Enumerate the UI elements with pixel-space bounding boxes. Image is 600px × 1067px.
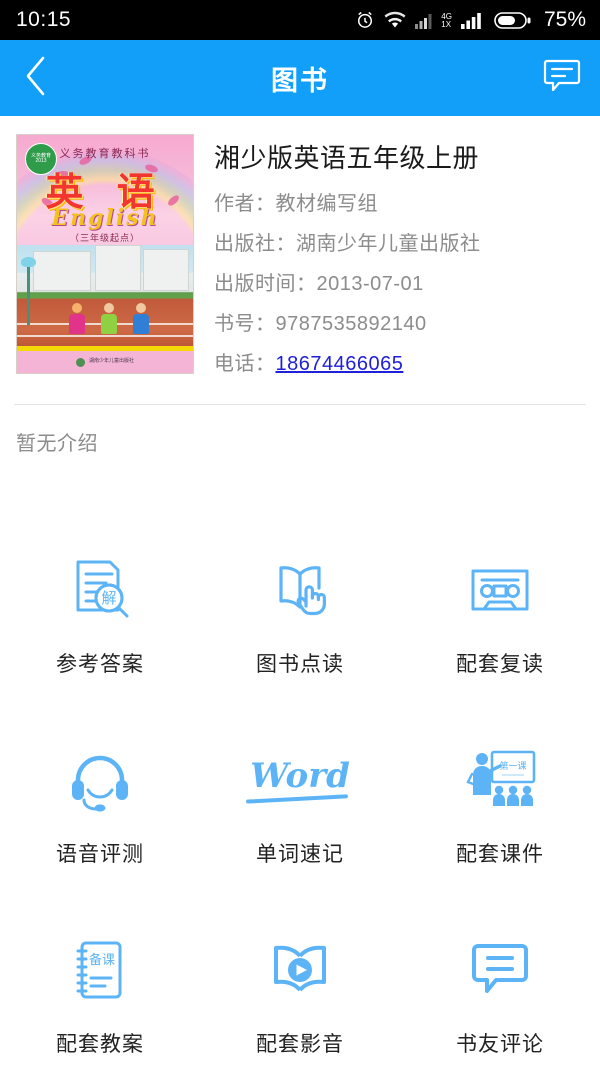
publisher-logo-icon <box>75 357 85 367</box>
page-title: 图书 <box>271 65 329 96</box>
book-author: 作者：教材编写组 <box>214 193 378 215</box>
feature-label: 配套课件 <box>456 843 544 866</box>
book-info-section: 义务教育 2013 义务教育教科书 英 语 English （三年级起点） 五年… <box>0 116 600 387</box>
comment-button[interactable] <box>524 40 600 116</box>
cover-publisher-name: 湖南少年儿童出版社 <box>88 358 134 365</box>
feature-label: 参考答案 <box>56 653 144 676</box>
cover-title-en: English <box>51 205 159 231</box>
word-mark-text: Word <box>250 759 350 801</box>
feature-grid: 解 参考答案 图书点读 配套复读 语音评测 Word 单词速记 第一课 配套课件… <box>0 524 600 1067</box>
feature-tile-repeater[interactable]: 配套复读 <box>400 524 600 714</box>
book-meta: 湘少版英语五年级上册 作者：教材编写组 出版社：湖南少年儿童出版社 出版时间：2… <box>194 134 584 387</box>
book-introduction: 暂无介绍 <box>16 433 98 455</box>
whiteboard-text: 第一课 <box>499 760 526 772</box>
cassette-tape-icon <box>464 552 536 628</box>
book-publish-date: 出版时间：2013-07-01 <box>214 273 424 295</box>
app-header: 图书 <box>0 40 600 116</box>
book-phone-label: 电话： <box>214 353 276 375</box>
svg-text:解: 解 <box>101 589 116 607</box>
network-type-bottom: 1X <box>441 20 452 29</box>
back-button[interactable] <box>0 40 72 116</box>
battery-percent: 75% <box>543 8 586 31</box>
feature-tile-voice-assessment[interactable]: 语音评测 <box>0 714 200 904</box>
headset-mic-icon <box>64 742 136 818</box>
cover-start-note: （三年级起点） <box>69 234 140 244</box>
feature-tile-media[interactable]: 配套影音 <box>200 904 400 1067</box>
feature-label: 配套复读 <box>456 653 544 676</box>
book-phone-link[interactable]: 18674466065 <box>276 353 404 375</box>
book-publisher: 出版社：湖南少年儿童出版社 <box>214 233 481 255</box>
feature-label: 书友评论 <box>456 1033 544 1056</box>
feature-label: 配套教案 <box>56 1033 144 1056</box>
cover-series-text: 义务教育教科书 <box>59 147 151 160</box>
feature-tile-word-memory[interactable]: Word 单词速记 <box>200 714 400 904</box>
book-phone-row: 电话：18674466065 <box>214 347 584 376</box>
cover-publisher-band: 湖南少年儿童出版社 <box>17 351 193 373</box>
status-time: 10:15 <box>16 8 72 31</box>
cover-photo <box>17 245 193 351</box>
wifi-icon <box>384 11 406 29</box>
feature-tile-reader-comments[interactable]: 书友评论 <box>400 904 600 1067</box>
word-handwriting-icon: Word <box>250 742 350 818</box>
book-title: 湘少版英语五年级上册 <box>214 143 480 173</box>
book-play-video-icon <box>264 932 336 1008</box>
lesson-notebook-icon: 备课 <box>64 932 136 1008</box>
teacher-whiteboard-icon: 第一课 <box>462 742 538 818</box>
svg-text:备课: 备课 <box>89 952 115 968</box>
feature-tile-reference-answer[interactable]: 解 参考答案 <box>0 524 200 714</box>
answer-sheet-magnifier-icon: 解 <box>64 552 136 628</box>
battery-icon <box>494 11 532 30</box>
book-isbn: 书号：9787535892140 <box>214 313 427 335</box>
alarm-icon <box>355 10 375 30</box>
feature-tile-courseware[interactable]: 第一课 配套课件 <box>400 714 600 904</box>
book-cover-image[interactable]: 义务教育 2013 义务教育教科书 英 语 English （三年级起点） 五年… <box>16 134 194 374</box>
status-icons: 4G 1X 75% <box>355 8 586 32</box>
comment-bubble-icon <box>464 932 536 1008</box>
comment-bubble-icon <box>542 57 582 100</box>
feature-label: 图书点读 <box>256 653 344 676</box>
signal-bars-icon <box>460 11 485 29</box>
status-bar: 10:15 4G 1X 75% <box>0 0 600 40</box>
feature-label: 单词速记 <box>256 843 344 866</box>
feature-tile-touch-read[interactable]: 图书点读 <box>200 524 400 714</box>
feature-label: 配套影音 <box>256 1033 344 1056</box>
chevron-left-icon <box>23 55 49 102</box>
feature-tile-lesson-plan[interactable]: 备课 配套教案 <box>0 904 200 1067</box>
feature-label: 语音评测 <box>56 843 144 866</box>
signal-4g-icon: 4G 1X <box>415 11 452 29</box>
book-touch-read-icon <box>264 552 336 628</box>
